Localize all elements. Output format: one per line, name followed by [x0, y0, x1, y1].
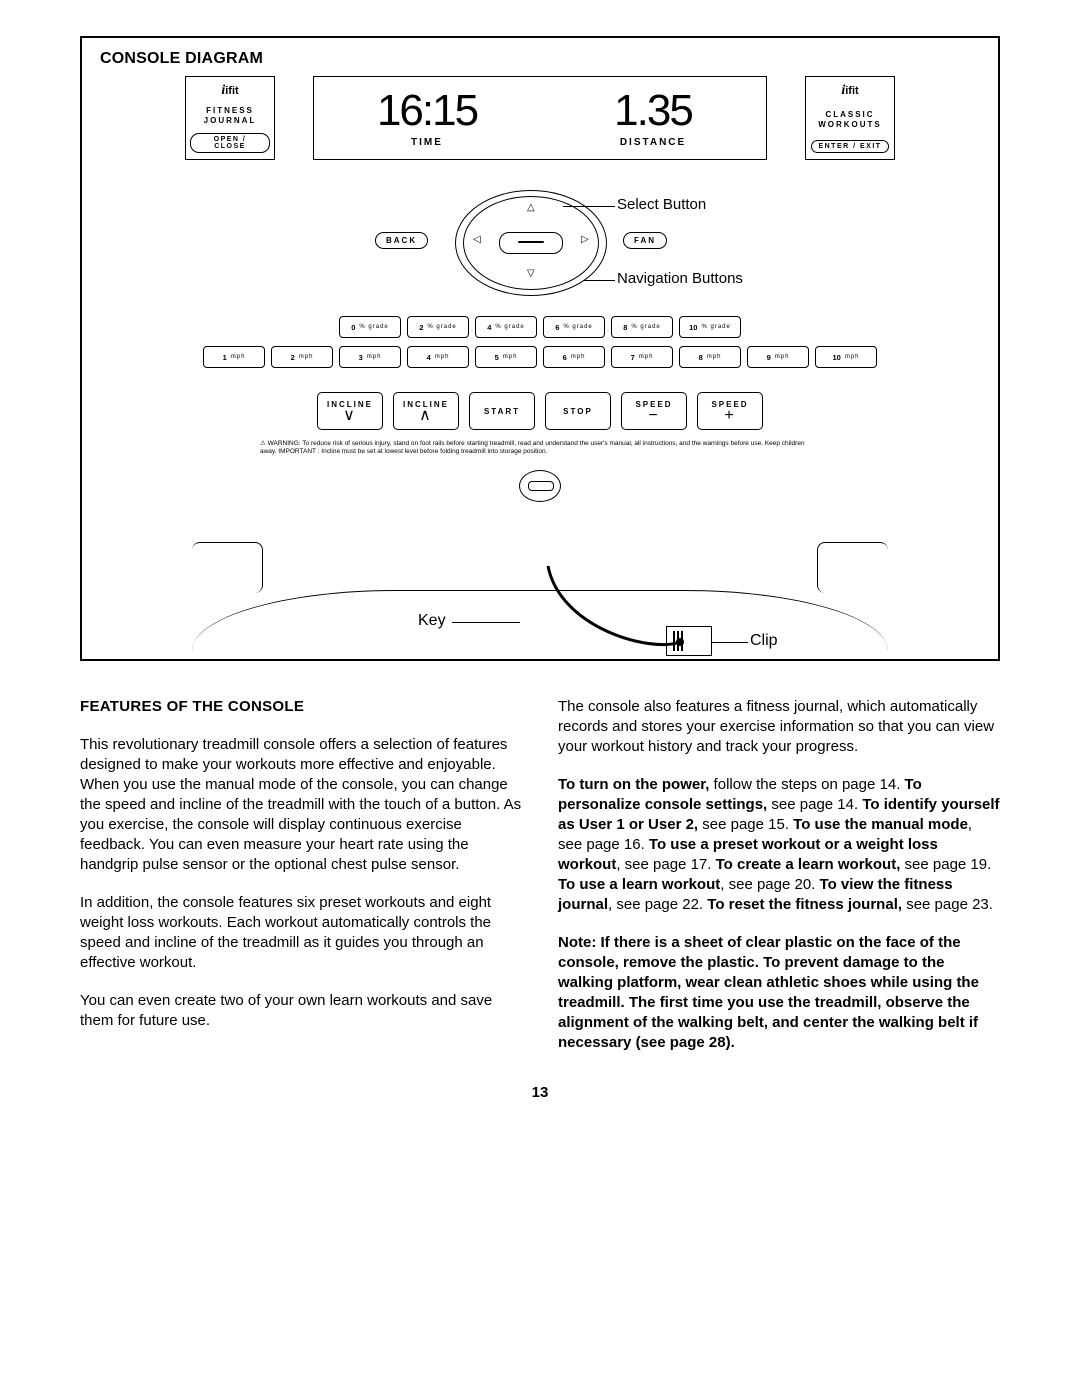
safety-clip[interactable] — [666, 626, 712, 656]
handle-left — [192, 542, 263, 593]
speed-button-2[interactable]: 2mph — [271, 346, 333, 368]
distance-label: DISTANCE — [620, 137, 686, 148]
select-button[interactable] — [499, 232, 563, 254]
speed-button-8[interactable]: 8mph — [679, 346, 741, 368]
speed-button-10[interactable]: 10mph — [815, 346, 877, 368]
nav-right-icon[interactable]: ▷ — [581, 234, 589, 245]
speed-button-4[interactable]: 4mph — [407, 346, 469, 368]
time-value: 16:15 — [377, 89, 477, 133]
incline--button[interactable]: INCLINE∨ — [317, 392, 383, 430]
speed-button-5[interactable]: 5mph — [475, 346, 537, 368]
grade-button-6[interactable]: 6% grade — [543, 316, 605, 338]
select-annotation: Select Button — [617, 196, 706, 213]
lcd-display: 16:15 TIME 1.35 DISTANCE — [313, 76, 767, 160]
grade-button-10[interactable]: 10% grade — [679, 316, 741, 338]
incline--button[interactable]: INCLINE∧ — [393, 392, 459, 430]
grade-button-0[interactable]: 0% grade — [339, 316, 401, 338]
diagram-title: CONSOLE DIAGRAM — [100, 50, 980, 68]
paragraph: The console also features a fitness jour… — [558, 697, 1000, 757]
fitness-journal-box: iifit FITNESS JOURNAL OPEN / CLOSE — [185, 76, 275, 160]
time-label: TIME — [411, 137, 443, 148]
paragraph: Note: If there is a sheet of clear plast… — [558, 933, 1000, 1053]
grade-button-2[interactable]: 2% grade — [407, 316, 469, 338]
paragraph: In addition, the console features six pr… — [80, 893, 522, 973]
page-number: 13 — [80, 1084, 1000, 1101]
clip-callout: Clip — [750, 632, 778, 650]
annotation-leader — [452, 622, 520, 623]
stop-main-button[interactable]: STOP — [545, 392, 611, 430]
speed--button[interactable]: SPEED− — [621, 392, 687, 430]
speed-button-7[interactable]: 7mph — [611, 346, 673, 368]
body-text: FEATURES OF THE CONSOLE This revolutiona… — [80, 697, 1000, 1060]
key-callout: Key — [418, 612, 446, 630]
fan-button[interactable]: FAN — [623, 232, 667, 249]
ifit-logo: iifit — [841, 83, 858, 99]
paragraph: You can even create two of your own lear… — [80, 991, 522, 1031]
navigation-annotation: Navigation Buttons — [617, 270, 743, 287]
distance-value: 1.35 — [614, 89, 692, 133]
ifit-logo: iifit — [221, 83, 238, 99]
nav-left-icon[interactable]: ◁ — [473, 234, 481, 245]
speed-button-3[interactable]: 3mph — [339, 346, 401, 368]
features-heading: FEATURES OF THE CONSOLE — [80, 697, 522, 717]
safety-key-port[interactable] — [519, 470, 561, 502]
open-close-button[interactable]: OPEN / CLOSE — [190, 133, 270, 153]
speed-button-1[interactable]: 1mph — [203, 346, 265, 368]
paragraph: This revolutionary treadmill console off… — [80, 735, 522, 875]
nav-up-icon[interactable]: △ — [527, 202, 535, 213]
speed--button[interactable]: SPEED+ — [697, 392, 763, 430]
grade-button-8[interactable]: 8% grade — [611, 316, 673, 338]
speed-button-6[interactable]: 6mph — [543, 346, 605, 368]
start-main-button[interactable]: START — [469, 392, 535, 430]
speed-button-9[interactable]: 9mph — [747, 346, 809, 368]
grade-button-4[interactable]: 4% grade — [475, 316, 537, 338]
base-curve — [192, 590, 888, 651]
paragraph: To turn on the power, follow the steps o… — [558, 775, 1000, 915]
back-button[interactable]: BACK — [375, 232, 428, 249]
annotation-leader — [583, 280, 615, 281]
console-diagram-frame: CONSOLE DIAGRAM iifit FITNESS JOURNAL OP… — [80, 36, 1000, 661]
nav-down-icon[interactable]: ▽ — [527, 268, 535, 279]
handle-right — [817, 542, 888, 593]
annotation-leader — [563, 206, 615, 207]
annotation-leader — [712, 642, 748, 643]
warning-text: ⚠ WARNING: To reduce risk of serious inj… — [260, 440, 820, 456]
classic-workouts-box: iifit CLASSIC WORKOUTS ENTER / EXIT — [805, 76, 895, 160]
enter-exit-button[interactable]: ENTER / EXIT — [811, 140, 888, 153]
